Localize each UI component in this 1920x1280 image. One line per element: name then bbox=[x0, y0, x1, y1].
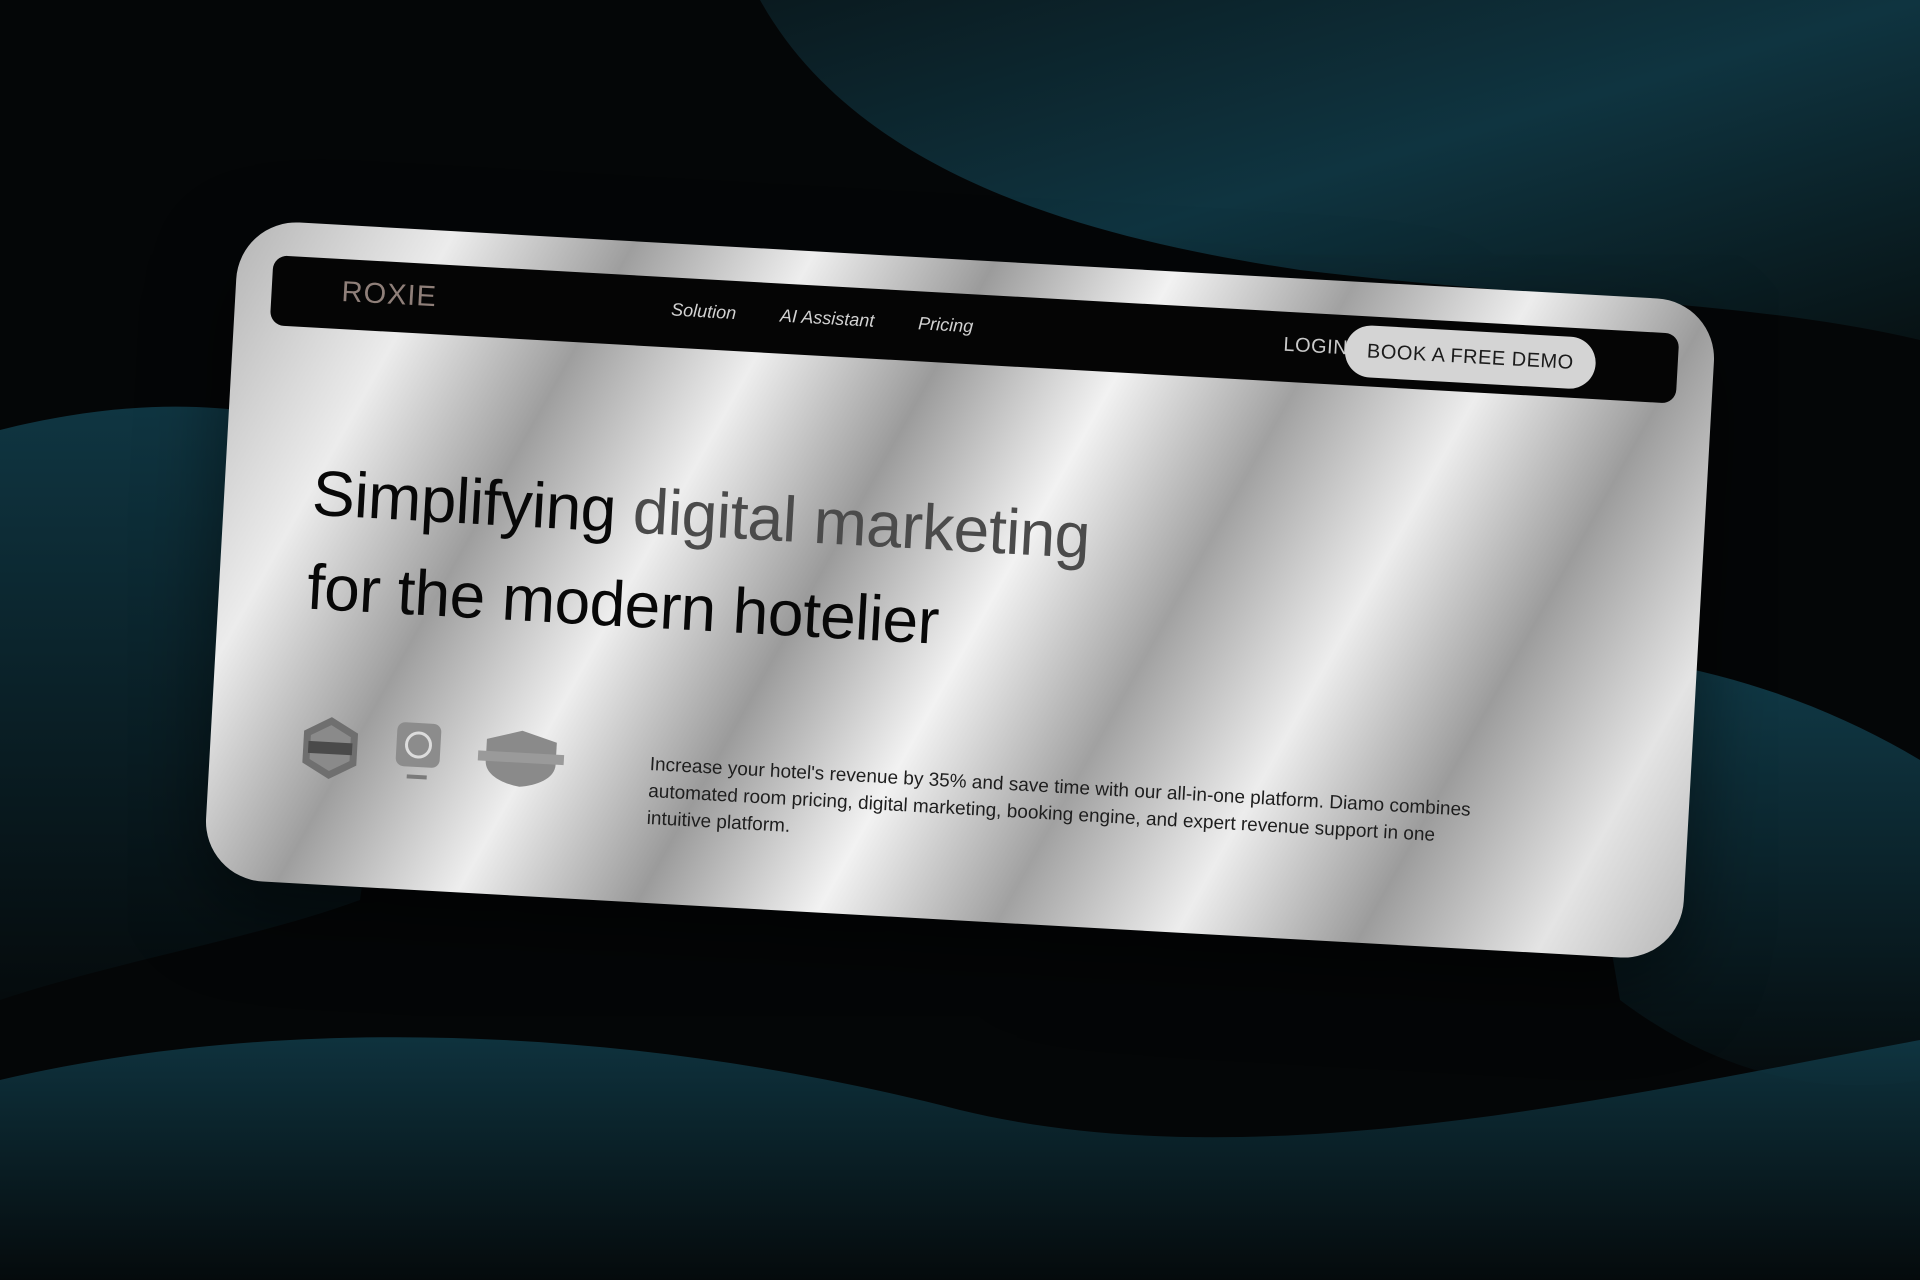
website-preview-card: ROXIE Solution AI Assistant Pricing LOGI… bbox=[202, 219, 1718, 961]
hoteltechreport-badge-icon bbox=[395, 722, 442, 780]
nav-link-pricing[interactable]: Pricing bbox=[918, 313, 974, 337]
award-badges bbox=[298, 713, 567, 794]
headline-part1: Simplifying bbox=[310, 456, 618, 546]
headline-part2: digital marketing bbox=[631, 474, 1092, 573]
hero-description: Increase your hotel's revenue by 35% and… bbox=[646, 753, 1472, 846]
travel-tech-award-badge-icon bbox=[302, 717, 359, 780]
nav-link-solution[interactable]: Solution bbox=[671, 299, 737, 324]
brand-logo[interactable]: ROXIE bbox=[341, 276, 438, 314]
nav-link-ai-assistant[interactable]: AI Assistant bbox=[779, 306, 875, 332]
hero-headline: Simplifying digital marketing for the mo… bbox=[305, 446, 1093, 677]
login-link[interactable]: LOGIN bbox=[1283, 334, 1349, 361]
book-demo-button[interactable]: BOOK A FREE DEMO bbox=[1343, 324, 1598, 391]
headline-line2: for the modern hotelier bbox=[305, 550, 941, 658]
nav-links: Solution AI Assistant Pricing bbox=[671, 299, 974, 337]
website-card-wrapper: ROXIE Solution AI Assistant Pricing LOGI… bbox=[202, 219, 1718, 961]
hotel-visionary-badge-icon bbox=[477, 730, 565, 787]
